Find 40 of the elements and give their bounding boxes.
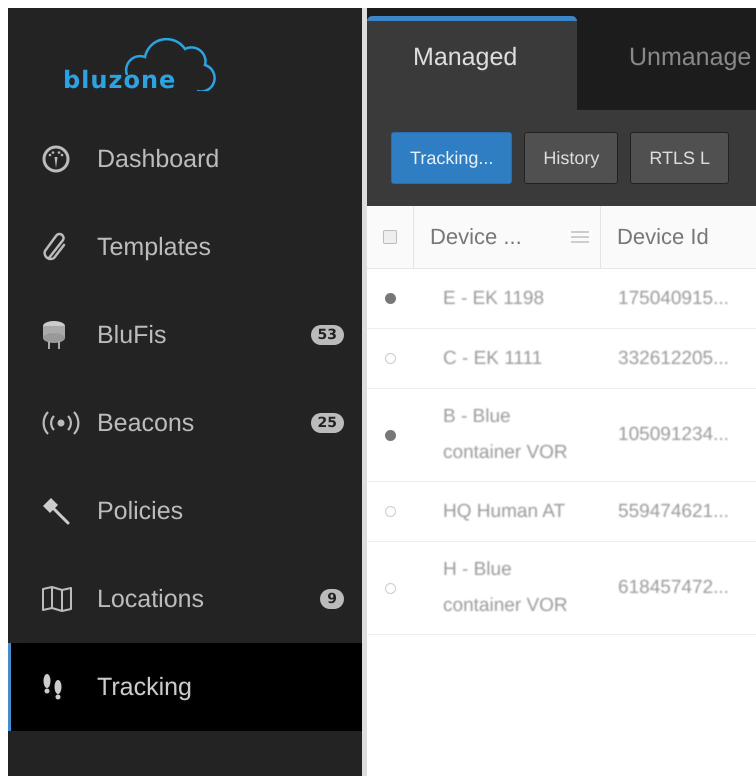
table-cell-text: 332612205... <box>617 348 729 370</box>
table-cell-text: 175040915... <box>617 288 729 310</box>
table-cell-text: E - EK 1198 <box>443 286 544 310</box>
beacon-icon <box>41 410 81 436</box>
table-cell-text: HQ Human AT <box>443 500 566 524</box>
row-radio[interactable] <box>384 430 396 440</box>
sidebar-item[interactable]: Beacons 25 <box>8 379 362 467</box>
sidebar-item[interactable]: BluFis 53 <box>8 291 362 379</box>
tab[interactable]: Managed <box>367 16 577 110</box>
gavel-icon <box>41 496 71 526</box>
count-badge: 9 <box>320 589 344 609</box>
table-cell-text: 105091234... <box>617 424 729 446</box>
table-cell-text: 559474621... <box>617 500 729 522</box>
gauge-icon <box>41 144 71 174</box>
sidebar-item[interactable]: Dashboard <box>8 115 362 203</box>
row-radio[interactable] <box>384 353 396 364</box>
table-cell-text: C - EK 1111 <box>443 346 542 370</box>
sidebar-item[interactable]: Tracking <box>8 643 362 731</box>
device-icon <box>41 319 67 351</box>
count-badge: 53 <box>310 325 344 345</box>
sidebar-item[interactable]: Policies <box>8 467 362 555</box>
toolbar-button[interactable]: History <box>524 132 618 184</box>
row-radio[interactable] <box>384 506 396 517</box>
table-cell-text: H - Blue container VOR <box>443 558 569 618</box>
row-radio[interactable] <box>384 293 396 304</box>
select-all-checkbox[interactable] <box>383 230 397 244</box>
toolbar-button[interactable]: RTLS L <box>630 132 730 184</box>
toolbar-button[interactable]: Tracking... <box>391 132 512 184</box>
menu-icon[interactable] <box>570 229 590 245</box>
sidebar-item[interactable]: Locations 9 <box>8 555 362 643</box>
column-header[interactable]: Device Id <box>601 224 709 250</box>
table-cell-text: 618457472... <box>617 577 729 599</box>
count-badge: 25 <box>310 413 344 433</box>
bluzone-logo: bluzone <box>63 31 223 93</box>
row-radio[interactable] <box>384 582 396 594</box>
tab[interactable]: Unmanage <box>577 16 756 110</box>
map-icon <box>41 585 73 613</box>
table-cell-text: B - Blue container VOR <box>443 405 569 465</box>
sidebar-item[interactable]: Templates <box>8 203 362 291</box>
column-header[interactable]: Device ... <box>430 224 570 250</box>
